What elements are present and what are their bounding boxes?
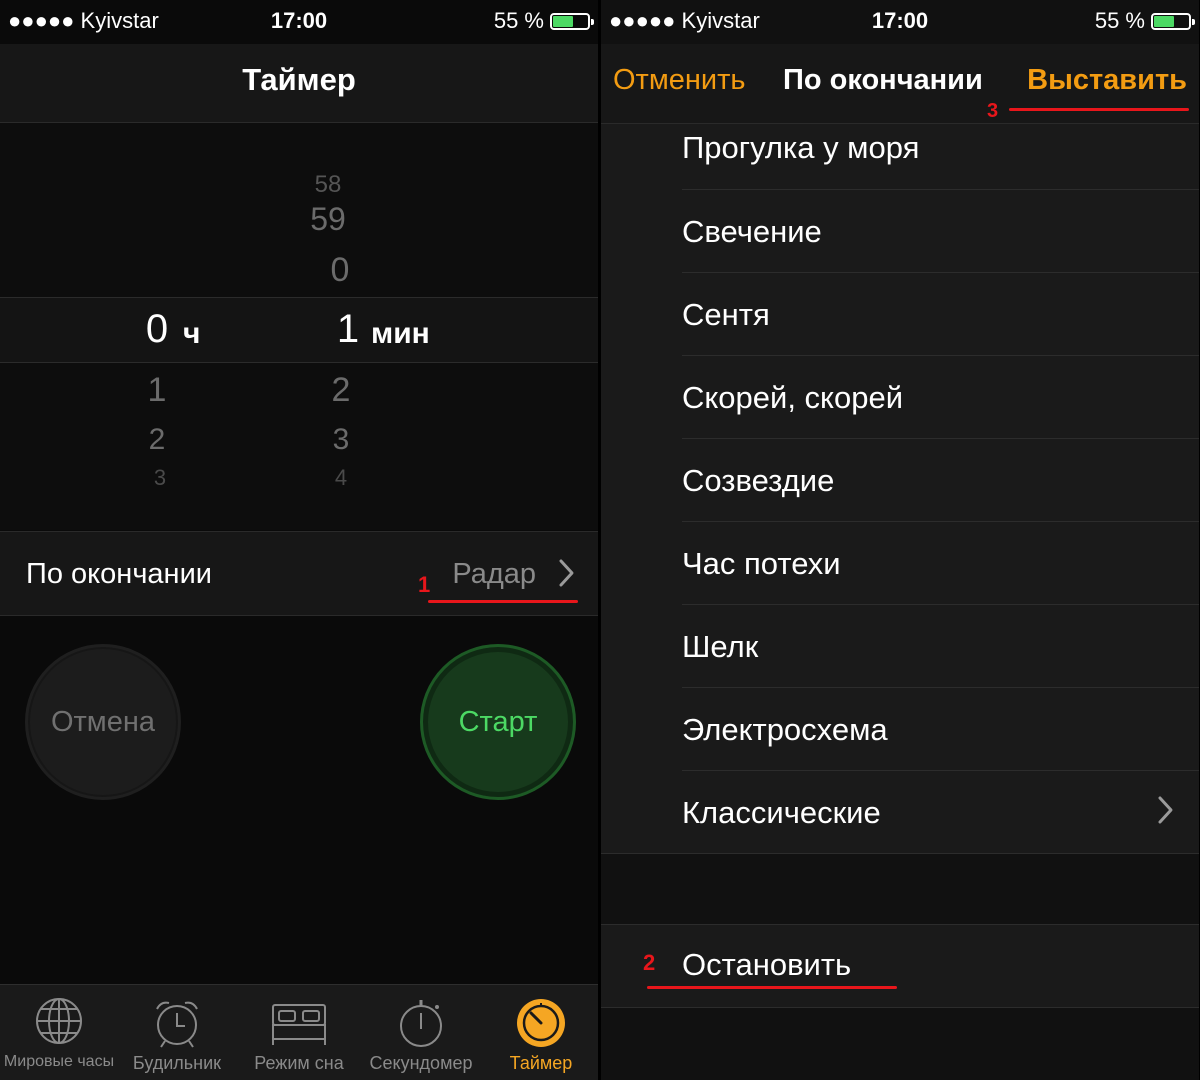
list-item[interactable]: Час потехи bbox=[601, 522, 1199, 605]
tab-stopwatch[interactable]: Секундомер bbox=[362, 985, 480, 1080]
status-bar: ●●●●● Kyivstar 17:00 55 % bbox=[601, 0, 1199, 44]
sound-name: Шелк bbox=[682, 629, 759, 664]
sound-name: Скорей, скорей bbox=[682, 380, 904, 415]
tab-label: Мировые часы bbox=[3, 1053, 115, 1070]
annotation-number-2: 2 bbox=[643, 950, 656, 975]
globe-icon bbox=[36, 998, 82, 1044]
picker-minute-above: 0 bbox=[330, 251, 350, 289]
start-button[interactable]: Старт bbox=[420, 644, 576, 800]
when-timer-ends-label: По окончании bbox=[26, 558, 212, 590]
picker-minutes-unit: мин bbox=[371, 317, 430, 350]
picker-hour-below: 2 bbox=[148, 423, 166, 456]
picker-hours-selected[interactable]: 0 bbox=[127, 307, 187, 352]
list-item[interactable]: Свечение bbox=[601, 190, 1199, 273]
tab-label: Режим сна bbox=[254, 1053, 344, 1073]
when-timer-ends-row[interactable]: По окончании Радар bbox=[0, 531, 598, 616]
picker-minutes-selected[interactable]: 1 bbox=[318, 307, 378, 352]
cancel-button[interactable]: Отмена bbox=[25, 644, 181, 800]
annotation-underline-3 bbox=[1009, 108, 1189, 111]
list-item[interactable]: Электросхема bbox=[601, 688, 1199, 771]
nav-bar: Отменить По окончании Выставить bbox=[601, 44, 1199, 124]
battery-icon bbox=[550, 12, 594, 30]
tab-label: Таймер bbox=[509, 1053, 573, 1073]
page-title: По окончании bbox=[783, 64, 983, 96]
list-item[interactable]: Шелк bbox=[601, 605, 1199, 688]
cancel-link[interactable]: Отменить bbox=[613, 64, 746, 97]
alarm-clock-icon bbox=[156, 1001, 198, 1048]
chevron-right-icon bbox=[1157, 795, 1175, 830]
sound-name: Классические bbox=[682, 795, 881, 830]
status-right: 55 % bbox=[1094, 8, 1195, 34]
sound-name: Сентя bbox=[682, 297, 770, 332]
timer-screen: ●●●●● Kyivstar 17:00 55 % Таймер 58 59 0… bbox=[0, 0, 598, 1080]
annotation-underline-1 bbox=[428, 600, 578, 603]
page-title: Таймер bbox=[242, 62, 356, 97]
sound-list: Прогулка у моря Свечение Сентя Скорей, с… bbox=[601, 124, 1199, 854]
annotation-number-3: 3 bbox=[987, 100, 999, 122]
picker-minute-below: 2 bbox=[331, 371, 351, 409]
picker-selection-band bbox=[0, 297, 598, 363]
battery-percent: 55 % bbox=[1094, 8, 1145, 33]
sound-name: Электросхема bbox=[682, 712, 888, 747]
tab-label: Будильник bbox=[132, 1053, 222, 1073]
list-item[interactable]: Созвездие bbox=[601, 439, 1199, 522]
annotation-underline-2 bbox=[647, 986, 897, 989]
stopwatch-icon bbox=[400, 1000, 442, 1047]
picker-hours-unit: ч bbox=[183, 317, 201, 350]
set-button[interactable]: Выставить bbox=[1027, 64, 1187, 97]
sound-name: Свечение bbox=[682, 214, 822, 249]
annotation-number-1: 1 bbox=[418, 572, 431, 597]
tab-alarm[interactable]: Будильник bbox=[118, 985, 236, 1080]
sound-name: Созвездие bbox=[682, 463, 835, 498]
list-item[interactable]: Сентя bbox=[601, 273, 1199, 356]
tab-label: Секундомер bbox=[369, 1053, 473, 1073]
status-bar: ●●●●● Kyivstar 17:00 55 % bbox=[0, 0, 598, 44]
list-item[interactable]: Прогулка у моря bbox=[601, 124, 1199, 190]
battery-icon bbox=[1151, 12, 1195, 30]
picker-minute-below: 4 bbox=[334, 465, 348, 490]
tab-bar: Мировые часы Будильник Режим сна Секундо… bbox=[0, 984, 598, 1080]
sound-name: Прогулка у моря bbox=[682, 130, 920, 165]
list-item[interactable]: Скорей, скорей bbox=[601, 356, 1199, 439]
stop-playing-label: Остановить bbox=[682, 947, 852, 982]
tab-world-clock[interactable]: Мировые часы bbox=[0, 985, 118, 1080]
picker-minute-above: 58 bbox=[314, 171, 342, 198]
list-item-classic[interactable]: Классические bbox=[601, 771, 1199, 854]
sound-picker-screen: ●●●●● Kyivstar 17:00 55 % Отменить По ок… bbox=[601, 0, 1199, 1080]
picker-hour-below: 1 bbox=[147, 371, 167, 409]
timer-icon bbox=[517, 999, 565, 1047]
chevron-right-icon bbox=[558, 558, 576, 593]
picker-minute-below: 3 bbox=[332, 423, 350, 456]
picker-minute-above: 59 bbox=[310, 201, 346, 237]
tab-bedtime[interactable]: Режим сна bbox=[240, 985, 358, 1080]
time-picker[interactable]: 58 59 0 0 ч 1 мин 1 2 3 2 3 4 bbox=[0, 123, 598, 530]
picker-hour-below: 3 bbox=[153, 465, 167, 490]
sound-name: Час потехи bbox=[682, 546, 841, 581]
battery-percent: 55 % bbox=[493, 8, 544, 33]
nav-bar: Таймер bbox=[0, 44, 598, 123]
tab-timer[interactable]: Таймер bbox=[482, 985, 598, 1080]
stop-playing-row[interactable]: Остановить bbox=[601, 924, 1199, 1008]
bed-icon bbox=[272, 1004, 326, 1045]
selected-sound-value: Радар bbox=[452, 558, 536, 590]
status-right: 55 % bbox=[493, 8, 594, 34]
